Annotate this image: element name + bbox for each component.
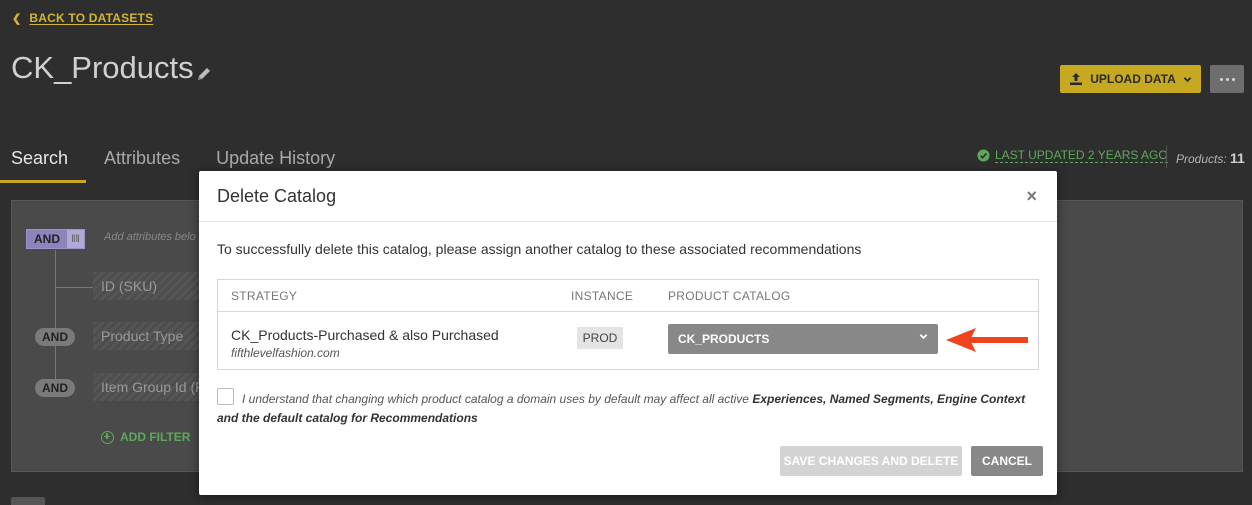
chevron-left-icon: ❮ <box>12 12 22 25</box>
plus-circle-icon <box>101 430 114 444</box>
add-attributes-hint: Add attributes belo <box>104 231 196 243</box>
products-count-value: 11 <box>1230 150 1245 166</box>
add-filter-button[interactable]: ADD FILTER <box>101 430 190 444</box>
recommendations-table: STRATEGY INSTANCE PRODUCT CATALOG CK_Pro… <box>217 279 1039 370</box>
products-label: Products: <box>1176 152 1227 166</box>
column-header-instance: INSTANCE <box>571 289 634 303</box>
modal-message: To successfully delete this catalog, ple… <box>217 241 862 257</box>
cancel-button[interactable]: CANCEL <box>971 446 1043 476</box>
check-circle-icon <box>977 149 990 162</box>
products-count: Products: 11 <box>1176 150 1245 166</box>
filter-operator-tag[interactable]: AND <box>35 328 75 346</box>
column-header-product-catalog: PRODUCT CATALOG <box>668 289 791 303</box>
more-options-button[interactable] <box>1210 65 1244 93</box>
grip-icon: ‖‖ <box>67 230 84 248</box>
delete-catalog-modal: Delete Catalog × To successfully delete … <box>199 171 1057 495</box>
product-catalog-select[interactable]: CK_PRODUCTS <box>668 324 938 354</box>
upload-data-button[interactable]: UPLOAD DATA <box>1060 65 1201 93</box>
column-header-strategy: STRATEGY <box>231 289 298 303</box>
upload-data-label: UPLOAD DATA <box>1090 72 1176 86</box>
table-row: CK_Products-Purchased & also Purchased f… <box>218 312 1038 370</box>
more-horizontal-icon <box>1219 77 1235 81</box>
table-header: STRATEGY INSTANCE PRODUCT CATALOG <box>218 280 1038 312</box>
root-operator-label: AND <box>27 230 67 248</box>
lower-panel-edge <box>11 497 45 505</box>
annotation-arrow-icon <box>946 328 1028 352</box>
modal-title: Delete Catalog <box>217 186 337 206</box>
tab-attributes[interactable]: Attributes <box>86 145 198 183</box>
filter-operator-tag[interactable]: AND <box>35 379 75 397</box>
tree-connector <box>55 250 56 390</box>
save-changes-and-delete-button[interactable]: SAVE CHANGES AND DELETE <box>780 446 962 476</box>
page-title: CK_Products <box>11 50 212 86</box>
chevron-down-icon <box>1183 76 1192 82</box>
last-updated-label: LAST UPDATED 2 YEARS AGO <box>995 148 1168 163</box>
tree-connector <box>55 287 93 288</box>
root-operator-toggle[interactable]: AND ‖‖ <box>26 229 85 249</box>
edit-pencil-icon[interactable] <box>196 66 212 82</box>
filter-attribute-item-group-id[interactable]: Item Group Id (P <box>93 373 203 401</box>
strategy-name: CK_Products-Purchased & also Purchased <box>231 327 499 343</box>
instance-badge: PROD <box>577 327 623 349</box>
strategy-domain: fifthlevelfashion.com <box>231 346 340 360</box>
tab-search[interactable]: Search <box>0 145 87 183</box>
dataset-name: CK_Products <box>11 50 194 85</box>
acknowledge-text: I understand that changing which product… <box>242 392 753 406</box>
filter-attribute-id-sku[interactable]: ID (SKU) <box>93 272 203 300</box>
header-divider <box>1166 146 1167 168</box>
back-link-label: BACK TO DATASETS <box>29 11 154 25</box>
upload-icon <box>1070 73 1083 85</box>
selected-catalog: CK_PRODUCTS <box>678 332 770 346</box>
modal-header: Delete Catalog × <box>199 171 1057 222</box>
add-filter-label: ADD FILTER <box>120 430 191 444</box>
acknowledge-label: I understand that changing which product… <box>217 390 1042 428</box>
chevron-down-icon <box>919 334 928 340</box>
filter-attribute-product-type[interactable]: Product Type <box>93 322 203 350</box>
close-icon[interactable]: × <box>1026 186 1037 207</box>
last-updated-status[interactable]: LAST UPDATED 2 YEARS AGO <box>977 148 1168 163</box>
back-to-datasets-link[interactable]: ❮ BACK TO DATASETS <box>12 11 153 25</box>
